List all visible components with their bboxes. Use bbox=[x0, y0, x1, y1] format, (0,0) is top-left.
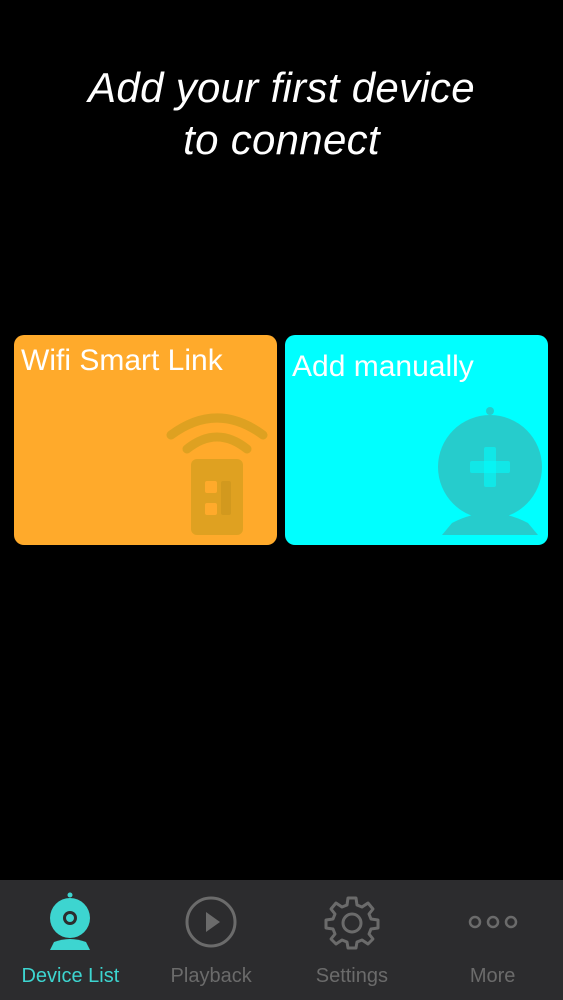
bottom-tab-bar: Device List Playback Settings More bbox=[0, 880, 563, 1000]
tab-more[interactable]: More bbox=[422, 880, 563, 1000]
add-manually-card[interactable]: Add manually bbox=[285, 335, 548, 545]
tab-device-list-label: Device List bbox=[21, 965, 120, 987]
device-list-screen: Add your first device to connect Wifi Sm… bbox=[0, 0, 563, 1000]
tab-playback-label: Playback bbox=[170, 965, 252, 987]
page-title-line-2: to connect bbox=[183, 116, 380, 163]
more-dots-icon bbox=[468, 915, 517, 929]
add-manually-label: Add manually bbox=[292, 350, 474, 383]
tab-settings-label: Settings bbox=[315, 965, 388, 987]
page-title-line-1: Add your first device bbox=[88, 64, 475, 111]
page-title: Add your first device to connect bbox=[0, 62, 563, 166]
tab-settings[interactable]: Settings bbox=[282, 880, 423, 1000]
wifi-smart-link-card[interactable]: Wifi Smart Link bbox=[14, 335, 277, 545]
wifi-smart-link-label: Wifi Smart Link bbox=[21, 344, 223, 377]
camera-add-icon bbox=[438, 407, 542, 535]
tab-playback[interactable]: Playback bbox=[141, 880, 282, 1000]
wifi-remote-icon bbox=[166, 413, 268, 535]
gear-icon bbox=[324, 896, 380, 950]
tab-device-list[interactable]: Device List bbox=[0, 880, 141, 1000]
play-icon bbox=[185, 896, 237, 948]
camera-icon bbox=[50, 892, 91, 950]
tab-more-label: More bbox=[469, 965, 516, 987]
